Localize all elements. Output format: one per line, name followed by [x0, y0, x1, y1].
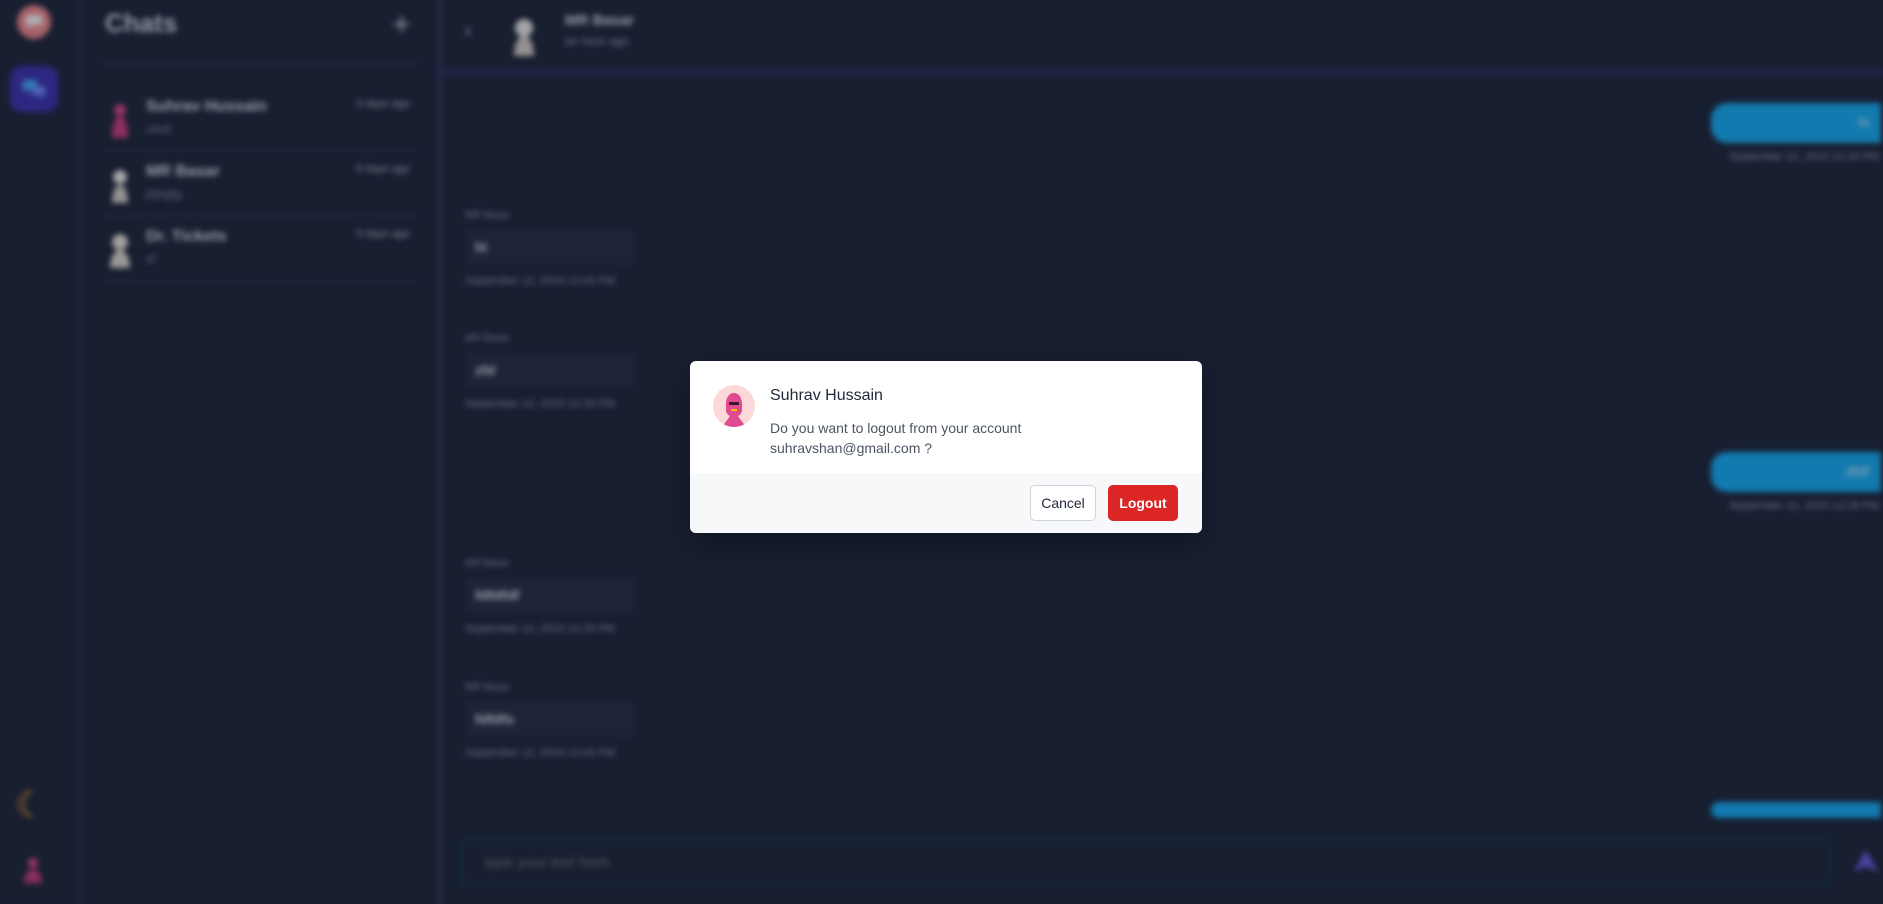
logout-button[interactable]: Logout	[1108, 485, 1178, 521]
cancel-button[interactable]: Cancel	[1030, 485, 1096, 521]
logout-dialog: Suhrav Hussain Do you want to logout fro…	[690, 361, 1202, 533]
dialog-title: Suhrav Hussain	[770, 387, 883, 404]
dialog-message: Do you want to logout from your account …	[770, 420, 1022, 456]
avatar	[713, 385, 755, 427]
